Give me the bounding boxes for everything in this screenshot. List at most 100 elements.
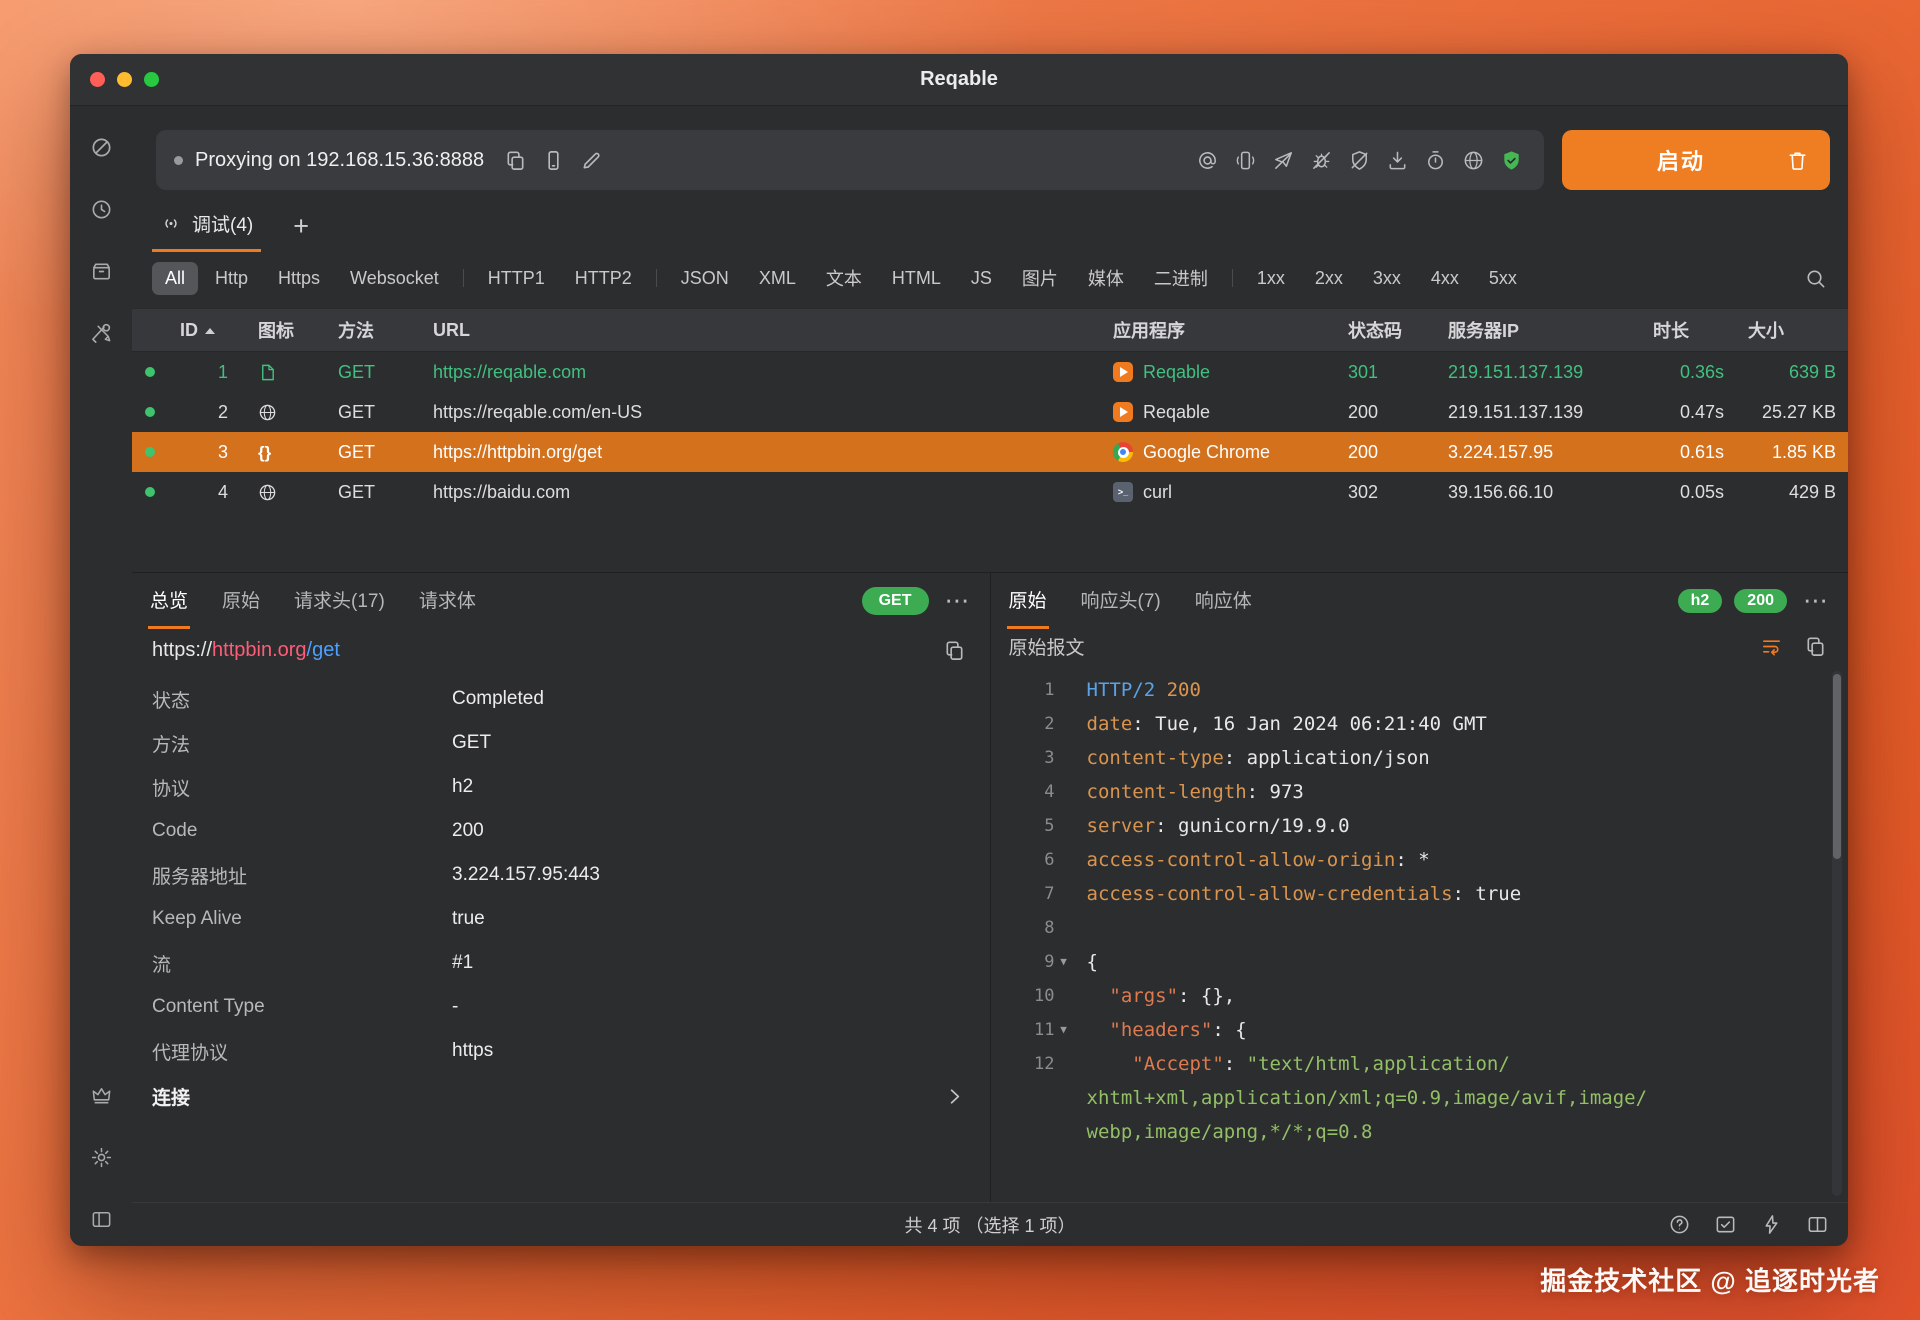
cell-status-code: 200 [1336,402,1436,423]
filter-chip-http2[interactable]: HTTP2 [562,262,645,295]
scrollbar-thumb[interactable] [1833,674,1841,859]
tab-raw-request[interactable]: 原始 [220,573,262,629]
filter-chip-js[interactable]: JS [958,262,1005,295]
split-view-icon[interactable] [1802,1210,1832,1240]
reqable-window: Reqable Proxying on 192.168.15.36:8888 启… [70,54,1848,1246]
filter-chip-http1[interactable]: HTTP1 [475,262,558,295]
tab-debug-session[interactable]: 调试(4) [152,210,261,252]
trash-icon[interactable] [1782,145,1812,175]
table-row[interactable]: 3GEThttps://httpbin.org/getGoogle Chrome… [132,432,1848,472]
filter-chip-media[interactable]: 媒体 [1075,259,1137,297]
detail-value: 200 [452,820,484,842]
column-header-ID[interactable]: ID [168,320,246,341]
search-icon[interactable] [1800,263,1830,293]
filter-chip-html[interactable]: HTML [879,262,954,295]
column-header-时长[interactable]: 时长 [1641,317,1736,343]
add-tab-button[interactable]: + [287,211,315,252]
code-text: { [1087,945,1098,979]
mobile-icon[interactable] [538,145,568,175]
table-row[interactable]: 2GEThttps://reqable.com/en-USReqable2002… [132,392,1848,432]
filter-chip-https[interactable]: Https [265,262,333,295]
cell-size: 25.27 KB [1736,402,1848,423]
filter-chip-http[interactable]: Http [202,262,261,295]
help-icon[interactable] [1664,1210,1694,1240]
cell-size: 639 B [1736,362,1848,383]
timer-icon[interactable] [1420,145,1450,175]
tab-overview[interactable]: 总览 [148,573,190,629]
toolbox-icon[interactable] [86,318,116,348]
table-row[interactable]: 4GEThttps://baidu.comcurl30239.156.66.10… [132,472,1848,512]
detail-value: true [452,908,485,930]
filter-chip-all[interactable]: All [152,262,198,295]
start-button[interactable]: 启动 [1562,130,1830,190]
session-tab-bar: 调试(4) + [152,206,1830,252]
filter-chip-websocket[interactable]: Websocket [337,262,452,295]
filter-chip-image[interactable]: 图片 [1009,259,1071,297]
network-globe-icon[interactable] [1458,145,1488,175]
column-header-URL[interactable]: URL [421,320,1101,341]
filter-chip-1xx[interactable]: 1xx [1244,262,1298,295]
filter-chip-2xx[interactable]: 2xx [1302,262,1356,295]
zoom-button[interactable] [144,72,159,87]
tab-raw-response[interactable]: 原始 [1007,573,1049,629]
connection-section-row[interactable]: 连接 [132,1073,990,1119]
fold-toggle-icon[interactable] [1055,945,1073,979]
column-header-图标[interactable]: 图标 [246,317,326,343]
filter-chip-xml[interactable]: XML [746,262,809,295]
column-header-服务器IP[interactable]: 服务器IP [1436,317,1641,343]
download-icon[interactable] [1382,145,1412,175]
history-icon[interactable] [86,194,116,224]
phone-vibrate-icon[interactable] [1230,145,1260,175]
table-row[interactable]: 1GEThttps://reqable.comReqable301219.151… [132,352,1848,392]
cell-app: Reqable [1101,402,1336,423]
collection-icon[interactable] [86,256,116,286]
filter-chip-text[interactable]: 文本 [813,259,875,297]
bug-off-icon[interactable] [1306,145,1336,175]
soft-wrap-icon[interactable] [1756,631,1786,661]
method-badge: GET [862,587,929,615]
at-sign-icon[interactable] [1192,145,1222,175]
panel-toggle-icon[interactable] [86,1204,116,1234]
filter-chip-4xx[interactable]: 4xx [1418,262,1472,295]
app-name: curl [1143,482,1172,503]
copy-url-icon[interactable] [940,635,970,665]
filter-chip-5xx[interactable]: 5xx [1476,262,1530,295]
detail-value: h2 [452,776,473,798]
column-header-状态码[interactable]: 状态码 [1336,317,1436,343]
shield-off-icon[interactable] [1344,145,1374,175]
settings-icon[interactable] [86,1142,116,1172]
titlebar[interactable]: Reqable [70,54,1848,106]
airplane-off-icon[interactable] [1268,145,1298,175]
tab-request-body[interactable]: 请求体 [417,573,478,629]
fold-toggle-icon[interactable] [1055,1013,1073,1047]
app-logo-icon[interactable] [86,132,116,162]
copy-icon[interactable] [500,145,530,175]
more-options-icon[interactable] [941,586,974,616]
feedback-icon[interactable] [1710,1210,1740,1240]
edit-icon[interactable] [576,145,606,175]
request-url-row: https://httpbin.org/get [132,629,990,675]
minimize-button[interactable] [117,72,132,87]
tab-request-headers[interactable]: 请求头(17) [292,573,387,629]
tab-response-body[interactable]: 响应体 [1193,573,1254,629]
detail-row: Keep Alivetrue [152,897,970,941]
certificate-shield-icon[interactable] [1496,145,1526,175]
filter-chip-binary[interactable]: 二进制 [1141,259,1221,297]
copy-response-icon[interactable] [1800,631,1830,661]
cell-status-dot [132,487,168,497]
column-header-应用程序[interactable]: 应用程序 [1101,317,1336,343]
more-options-icon[interactable] [1799,586,1832,616]
column-header-方法[interactable]: 方法 [326,317,421,343]
flash-icon[interactable] [1756,1210,1786,1240]
cell-id: 1 [168,362,246,383]
vertical-scrollbar[interactable] [1832,671,1842,1196]
proxy-action-icons [500,145,606,175]
tab-response-headers[interactable]: 响应头(7) [1079,573,1163,629]
crown-icon[interactable] [86,1080,116,1110]
column-header-大小[interactable]: 大小 [1736,317,1848,343]
code-text: content-length: 973 [1087,775,1304,809]
filter-chip-json[interactable]: JSON [668,262,742,295]
filter-chip-3xx[interactable]: 3xx [1360,262,1414,295]
globe-icon [258,482,277,502]
close-button[interactable] [90,72,105,87]
